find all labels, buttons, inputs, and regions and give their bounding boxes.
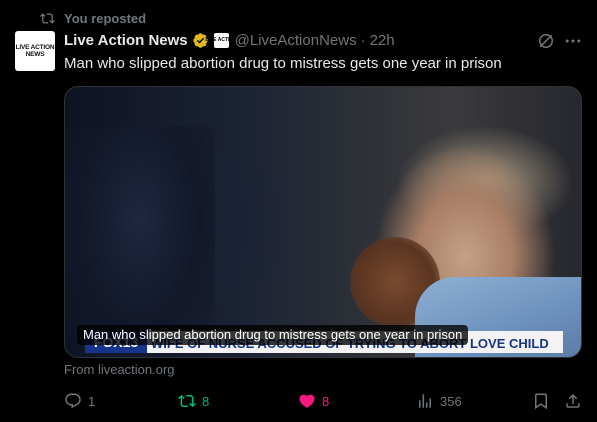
- tweet-timestamp[interactable]: 22h: [370, 32, 395, 49]
- link-source[interactable]: From liveaction.org: [64, 362, 175, 377]
- views-button[interactable]: 356: [416, 390, 462, 412]
- repost-indicator: You reposted: [40, 9, 146, 27]
- views-count: 356: [440, 393, 462, 409]
- affiliate-badge-text: LIVE ACTION: [205, 36, 237, 43]
- tweet-text: Man who slipped abortion drug to mistres…: [64, 55, 502, 72]
- share-button[interactable]: [564, 390, 582, 412]
- more-options-icon[interactable]: [563, 31, 583, 51]
- grok-icon[interactable]: [536, 31, 556, 51]
- repost-label: You reposted: [64, 10, 147, 26]
- retweet-icon: [178, 394, 196, 408]
- retweet-button[interactable]: 8: [178, 390, 209, 412]
- bookmark-button[interactable]: [532, 390, 550, 412]
- reply-count: 1: [88, 393, 96, 409]
- tweet-header: Live Action News LIVE ACTION @LiveAction…: [64, 30, 395, 50]
- video-thumbnail[interactable]: FOX13 WIFE OF NURSE ACCUSED OF TRYING TO…: [64, 86, 582, 358]
- retweet-count: 8: [202, 393, 210, 409]
- repost-icon: [40, 12, 55, 24]
- like-button[interactable]: 8: [298, 390, 329, 412]
- like-count: 8: [322, 393, 330, 409]
- media-caption: Man who slipped abortion drug to mistres…: [77, 325, 469, 345]
- views-chart-icon: [419, 394, 431, 408]
- bookmark-icon: [535, 393, 547, 410]
- author-name[interactable]: Live Action News: [64, 32, 188, 49]
- author-handle[interactable]: @LiveActionNews: [235, 32, 357, 49]
- heart-icon: [299, 394, 315, 408]
- action-bar: 1 8 8 356: [64, 390, 584, 412]
- reply-icon: [65, 393, 81, 409]
- avatar[interactable]: LIVE ACTION NEWS: [15, 31, 55, 71]
- share-icon: [566, 393, 580, 408]
- avatar-logo-text: LIVE ACTION NEWS: [15, 44, 55, 58]
- reply-button[interactable]: 1: [64, 390, 95, 412]
- affiliate-badge[interactable]: LIVE ACTION: [205, 32, 237, 48]
- separator-dot: ·: [360, 31, 366, 49]
- background-figure: [65, 127, 215, 357]
